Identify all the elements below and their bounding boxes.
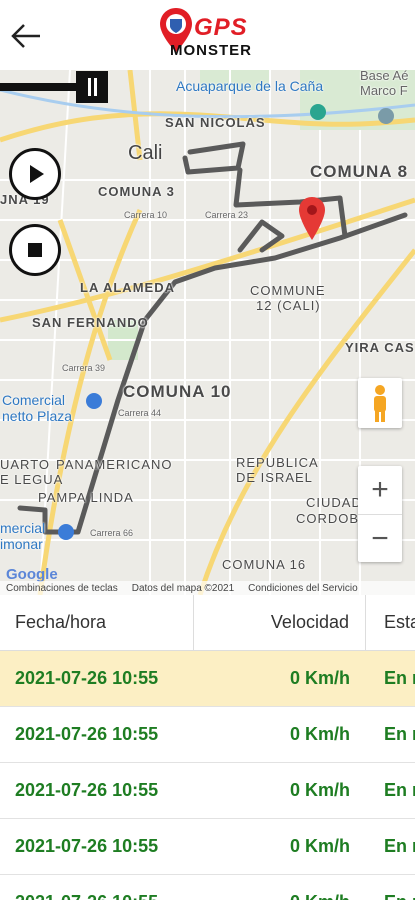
map-label: SAN FERNANDO [32,315,149,330]
cell-datetime: 2021-07-26 10:55 [15,668,159,688]
map-label: Carrera 66 [90,528,134,538]
positions-table: Fecha/hora Velocidad Esta 2021-07-26 10:… [0,595,415,900]
map-label: LA ALAMEDA [80,280,175,295]
map-view[interactable]: Acuaparque de la Caña Base Aé Marco F SA… [0,70,415,595]
play-icon [30,165,44,183]
map-label: 12 (CALI) [256,298,321,313]
map-label: SAN NICOLAS [165,115,266,130]
column-header-datetime[interactable]: Fecha/hora [0,595,194,650]
map-label: COMUNA 3 [98,184,175,199]
map-label: CIUDAD [306,495,362,510]
map-label: Carrera 10 [124,210,168,220]
table-row[interactable]: 2021-07-26 10:55 0 Km/h En r [0,819,415,875]
back-button[interactable] [6,16,46,56]
cell-speed: 0 Km/h [289,780,350,800]
map-label: YIRA CAS [345,340,415,355]
play-button[interactable] [9,148,61,200]
map-label: UARTO [0,457,51,472]
map-attribution: Combinaciones de teclas Datos del mapa ©… [0,581,415,595]
map-label: Comercial [2,392,66,408]
cell-datetime: 2021-07-26 10:55 [0,875,194,900]
zoom-in-button[interactable]: + [358,466,402,515]
map-label: Carrera 44 [118,408,162,418]
map-label: Acuaparque de la Caña [176,78,324,94]
map-label: Cali [128,142,163,164]
cell-datetime: 2021-07-26 10:55 [15,836,159,856]
stop-button[interactable] [9,224,61,276]
table-header: Fecha/hora Velocidad Esta [0,595,415,651]
cell-status: En r [384,780,415,800]
map-label: REPUBLICA [236,455,319,470]
map-label: PANAMERICANO [56,457,173,472]
app-header: GPS MONSTER [0,0,415,70]
zoom-controls: + − [358,466,402,562]
map-label: imonar [0,536,43,552]
cell-status: En r [384,724,415,744]
table-row[interactable]: 2021-07-26 10:55 0 Km/h En r [0,651,415,707]
logo-text-gps: GPS [194,14,248,41]
logo-text-monster: MONSTER [170,42,252,59]
map-label: PAMPA LINDA [38,490,134,505]
zoom-out-button[interactable]: − [358,515,402,563]
playback-slider[interactable] [0,70,108,104]
map-label: E LEGUA [0,472,64,487]
cell-status: En r [384,836,415,856]
map-data-text: Datos del mapa ©2021 [131,582,235,594]
map-label: COMUNA 10 [123,382,232,401]
cell-speed: 0 Km/h [289,724,350,744]
terms-link[interactable]: Condiciones del Servicio [248,583,358,594]
map-label: COMUNA 16 [222,557,307,572]
cell-speed: 0 Km/h [289,668,350,688]
cell-status: En r [384,668,415,688]
map-label: COMMUNE [250,283,326,298]
map-label: CORDOB [296,511,360,526]
map-label: Carrera 23 [205,210,249,220]
table-row[interactable]: 2021-07-26 10:55 0 Km/h En r [0,707,415,763]
map-label: COMUNA 8 [310,162,409,181]
map-label: DE ISRAEL [236,470,313,485]
cell-speed: 0 Km/h [194,875,366,900]
cell-speed: 0 Km/h [289,836,350,856]
column-header-speed[interactable]: Velocidad [194,595,366,650]
map-label: netto Plaza [2,408,73,424]
keyboard-shortcuts-link[interactable]: Combinaciones de teclas [6,583,118,594]
map-label: mercial [0,520,46,536]
arrow-left-icon [11,24,40,48]
cell-datetime: 2021-07-26 10:55 [15,724,159,744]
street-view-button[interactable] [358,378,402,428]
column-header-status[interactable]: Esta [366,595,415,650]
cell-datetime: 2021-07-26 10:55 [15,780,159,800]
table-row[interactable]: 2021-07-26 10:55 0 Km/h En r [0,875,415,900]
stop-icon [28,243,42,257]
pegman-icon [374,385,386,422]
gps-monster-logo: GPS MONSTER [150,4,270,64]
map-label: Carrera 39 [62,363,106,373]
table-row[interactable]: 2021-07-26 10:55 0 Km/h En r [0,763,415,819]
map-label: Base Aé [360,70,409,83]
map-label: Marco F [360,83,408,98]
cell-status: En r [366,875,415,900]
